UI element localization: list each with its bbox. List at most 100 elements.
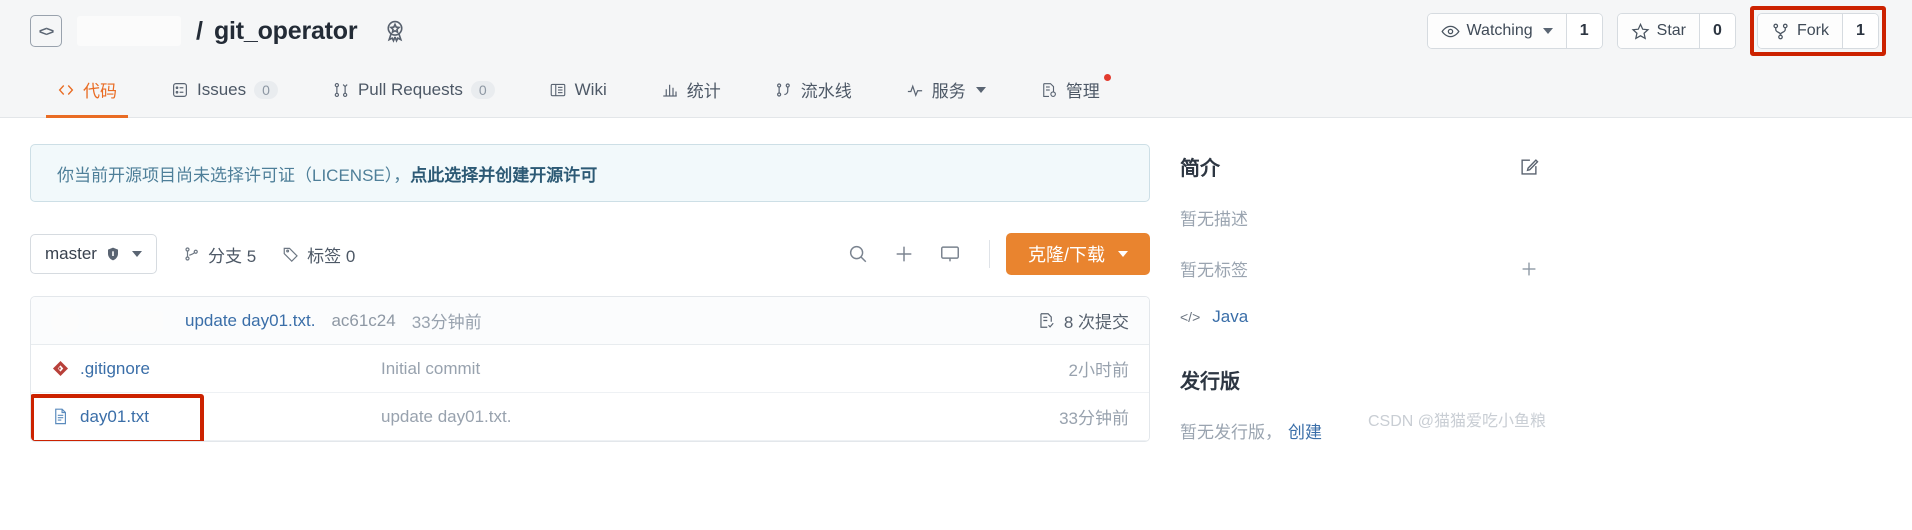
table-row[interactable]: day01.txt update day01.txt. 33分钟前 (31, 393, 1149, 441)
page-body: 你当前开源项目尚未选择许可证（LICENSE）， 点此选择并创建开源许可 mas… (0, 118, 1912, 443)
tab-pipeline[interactable]: 流水线 (748, 62, 879, 117)
branch-icon (183, 245, 201, 263)
file-name-cell[interactable]: day01.txt (51, 407, 381, 427)
license-banner: 你当前开源项目尚未选择许可证（LICENSE）， 点此选择并创建开源许可 (30, 144, 1150, 202)
table-row[interactable]: .gitignore Initial commit 2小时前 (31, 345, 1149, 393)
commit-author-redacted[interactable] (89, 310, 163, 331)
watching-button[interactable]: Watching 1 (1426, 13, 1603, 49)
license-banner-link[interactable]: 点此选择并创建开源许可 (410, 161, 597, 186)
code-brackets-icon: </> (1180, 309, 1201, 325)
settings-doc-icon (1040, 81, 1058, 99)
pull-request-icon (332, 81, 350, 99)
main-column: 你当前开源项目尚未选择许可证（LICENSE）， 点此选择并创建开源许可 mas… (30, 144, 1150, 443)
branches-link[interactable]: 分支 5 (183, 242, 256, 267)
latest-commit-time: 33分钟前 (411, 313, 482, 332)
create-release-link[interactable]: 创建 (1288, 423, 1322, 442)
watermark: CSDN @猫猫爱吃小鱼粮 (1367, 413, 1546, 430)
star-button-main[interactable]: Star (1617, 14, 1699, 48)
star-button[interactable]: Star 0 (1616, 13, 1736, 49)
commit-count-label: 8 次提交 (1063, 313, 1129, 332)
chevron-down-icon (131, 251, 142, 257)
tab-code-label: 代码 (83, 82, 117, 101)
wiki-book-icon (549, 81, 567, 99)
tab-code[interactable]: 代码 (30, 62, 144, 118)
tab-pull-requests[interactable]: Pull Requests 0 (305, 62, 522, 117)
shield-icon (105, 246, 121, 262)
watching-count[interactable]: 1 (1565, 14, 1602, 48)
repo-toolbar: master 分支 5 标签 0 克隆/下载 (30, 233, 1150, 275)
file-commit-message[interactable]: Initial commit (381, 359, 979, 379)
repo-header: <> / git_operator Watching 1 Star 0 Fork… (0, 0, 1912, 62)
tab-wiki-label: Wiki (574, 79, 607, 99)
star-label: Star (1656, 22, 1686, 39)
tags-link[interactable]: 标签 0 (282, 242, 355, 267)
page-title[interactable]: git_operator (214, 17, 358, 46)
latest-commit-sha[interactable]: ac61c24 (331, 311, 395, 331)
chevron-down-icon (1118, 251, 1128, 257)
branch-selector[interactable]: master (30, 234, 157, 274)
tab-services[interactable]: 服务 (879, 62, 1013, 117)
tags-label: 标签 0 (307, 246, 356, 266)
notification-dot-icon (1103, 74, 1111, 81)
monitor-icon[interactable] (927, 234, 973, 274)
tab-pull-requests-label: Pull Requests (357, 79, 463, 99)
tab-issues-count: 0 (254, 80, 278, 99)
branch-name-label: master (45, 244, 97, 263)
language-label[interactable]: Java (1212, 307, 1248, 327)
fork-count[interactable]: 1 (1842, 14, 1878, 48)
about-section-title: 简介 (1180, 152, 1540, 181)
repo-title: <> / git_operator (30, 15, 408, 47)
text-file-icon (51, 407, 70, 426)
fork-label: Fork (1797, 22, 1829, 39)
edit-pencil-icon[interactable] (1518, 156, 1540, 178)
toolbar-right: 克隆/下载 (835, 233, 1150, 275)
fork-highlight-box: Fork 1 (1750, 6, 1886, 56)
no-description-row: 暂无描述 (1180, 205, 1540, 230)
avatar[interactable] (51, 306, 79, 335)
tab-manage-label: 管理 (1065, 82, 1100, 101)
no-tags-row: 暂无标签 (1180, 256, 1540, 281)
eye-icon (1440, 22, 1460, 41)
file-commit-message[interactable]: update day01.txt. (381, 407, 979, 427)
header-actions: Watching 1 Star 0 Fork 1 (1426, 6, 1886, 56)
toolbar-divider (988, 240, 990, 268)
repo-nav-tabs: 代码 Issues 0 Pull Requests 0 Wiki 统计 流水线 … (0, 62, 1912, 118)
commit-count-link[interactable]: 8 次提交 (1037, 308, 1129, 333)
license-banner-text: 你当前开源项目尚未选择许可证（LICENSE）， (57, 165, 411, 185)
commit-history-icon (1037, 311, 1056, 330)
about-title-label: 简介 (1180, 158, 1220, 180)
tab-manage[interactable]: 管理 (1013, 62, 1127, 117)
watching-button-main[interactable]: Watching (1427, 14, 1566, 48)
search-icon[interactable] (835, 234, 881, 274)
tab-statistics[interactable]: 统计 (634, 62, 748, 117)
fork-button-main[interactable]: Fork (1758, 14, 1842, 48)
latest-commit-bar: update day01.txt. ac61c24 33分钟前 8 次提交 (31, 297, 1149, 345)
releases-section-title: 发行版 (1180, 365, 1540, 394)
no-tags-label: 暂无标签 (1180, 261, 1248, 280)
tab-issues[interactable]: Issues 0 (144, 62, 305, 117)
chevron-down-icon (975, 86, 986, 93)
clone-download-label: 克隆/下载 (1027, 245, 1105, 265)
file-name-gitignore[interactable]: .gitignore (80, 359, 150, 379)
tab-wiki[interactable]: Wiki (522, 62, 634, 117)
activity-icon (906, 81, 924, 99)
sidebar: 简介 暂无描述 暂无标签 </> Java 发行版 暂无发行版， 创建 CSDN… (1180, 144, 1546, 443)
file-name-cell[interactable]: .gitignore (51, 359, 381, 379)
plus-icon[interactable] (881, 234, 927, 274)
tab-pipeline-label: 流水线 (800, 82, 852, 101)
clone-download-button[interactable]: 克隆/下载 (1005, 233, 1150, 275)
file-commit-time: 33分钟前 (1059, 409, 1129, 428)
award-badge-icon[interactable] (382, 18, 408, 44)
pipeline-icon (775, 81, 793, 99)
tab-statistics-label: 统计 (686, 82, 721, 101)
watching-label: Watching (1466, 22, 1533, 39)
plus-icon[interactable] (1518, 258, 1540, 280)
breadcrumb-separator: / (196, 16, 203, 45)
fork-button[interactable]: Fork 1 (1757, 13, 1879, 49)
star-count[interactable]: 0 (1699, 14, 1735, 48)
owner-name-redacted[interactable] (77, 16, 181, 46)
file-name-day01[interactable]: day01.txt (80, 407, 149, 427)
language-row[interactable]: </> Java (1180, 307, 1540, 327)
branches-label: 分支 5 (207, 246, 257, 266)
latest-commit-message[interactable]: update day01.txt. (185, 311, 315, 331)
